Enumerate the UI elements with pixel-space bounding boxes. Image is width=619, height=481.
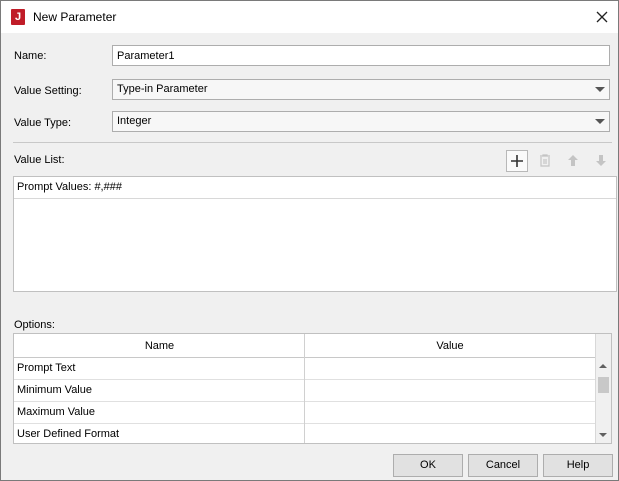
- cancel-button[interactable]: Cancel: [468, 454, 538, 477]
- delete-icon: [540, 154, 550, 167]
- option-name-cell: User Defined Format: [17, 428, 120, 440]
- title-bar: J New Parameter: [1, 1, 618, 33]
- value-list-box[interactable]: Prompt Values: #,###: [13, 176, 617, 292]
- value-type-selected: Integer: [117, 115, 152, 127]
- column-divider: [304, 334, 305, 443]
- scroll-up-icon[interactable]: [599, 364, 607, 368]
- chevron-down-icon: [595, 119, 605, 124]
- value-type-label: Value Type:: [14, 117, 72, 129]
- column-header-name[interactable]: Name: [14, 334, 305, 358]
- divider: [13, 142, 612, 143]
- scroll-down-icon[interactable]: [599, 433, 607, 437]
- chevron-down-icon: [595, 87, 605, 92]
- option-name-cell: Minimum Value: [17, 384, 92, 396]
- name-input[interactable]: [112, 45, 610, 66]
- value-setting-selected: Type-in Parameter: [117, 83, 208, 95]
- dialog-title: New Parameter: [33, 10, 117, 24]
- add-icon: [511, 155, 523, 167]
- vertical-scrollbar[interactable]: [595, 334, 611, 443]
- move-up-icon: [568, 155, 578, 166]
- value-type-select[interactable]: Integer: [112, 111, 610, 132]
- app-logo-icon: J: [11, 9, 25, 25]
- add-value-button[interactable]: [506, 150, 528, 172]
- options-label: Options:: [14, 319, 55, 331]
- move-down-icon: [596, 155, 606, 166]
- move-up-button[interactable]: [562, 150, 584, 172]
- close-icon: [596, 11, 608, 23]
- column-header-value[interactable]: Value: [305, 334, 595, 358]
- close-button[interactable]: [589, 5, 615, 29]
- value-list-label: Value List:: [14, 154, 65, 166]
- name-label: Name:: [14, 50, 47, 62]
- value-setting-select[interactable]: Type-in Parameter: [112, 79, 610, 100]
- delete-value-button[interactable]: [534, 150, 556, 172]
- move-down-button[interactable]: [590, 150, 612, 172]
- value-setting-label: Value Setting:: [14, 85, 82, 97]
- help-button[interactable]: Help: [543, 454, 613, 477]
- option-name-cell: Maximum Value: [17, 406, 96, 418]
- scrollbar-thumb[interactable]: [598, 377, 609, 393]
- list-item[interactable]: Prompt Values: #,###: [14, 177, 616, 199]
- option-name-cell: Prompt Text: [17, 362, 76, 374]
- new-parameter-dialog: J New Parameter Name: Value Setting: Typ…: [0, 0, 619, 481]
- options-table: Name Value Prompt Text Minimum Value Max…: [13, 333, 612, 444]
- ok-button[interactable]: OK: [393, 454, 463, 477]
